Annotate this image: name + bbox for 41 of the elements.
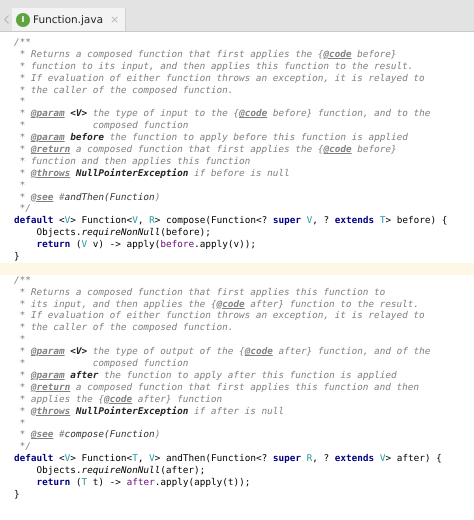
interface-icon: I [16,12,30,26]
scroll-left-icon[interactable] [4,15,8,24]
code-line: * its input, and then applies the {@code after} function to the result. [18,298,420,310]
code-line: * Returns a composed function that first applies the {@code before} [18,48,398,61]
code-line: */ [18,441,32,454]
code-line: * function to its input, and then applies this function to the result. [18,60,414,73]
code-line: * If evaluation of either function throws an exception, it is relayed to [18,72,426,85]
code-line: * @throws NullPointerException if before is null [18,168,291,180]
code-line: * composed function [18,120,190,132]
code-line: * @see #compose(Function) [18,429,162,442]
code-line: * composed function [18,358,190,370]
code-line: * @return a composed function that first applies this function and then [18,382,420,394]
code-line: /** [13,37,32,49]
code-line: * applies the {@code after} function [18,394,224,406]
code-line: /** [13,274,32,287]
code-line: * Returns a composed function that first applies this function to [18,286,386,299]
code-line: * the caller of the composed function. [18,322,234,334]
code-line: * @param before the function to apply before this function is applied [18,132,409,144]
code-line: * @throws NullPointerException if after is null [18,406,286,418]
code-line: return (T t) -> after.apply(apply(t)); [36,476,252,489]
file-tab[interactable]: I Function.java × [12,8,126,31]
code-line: * @param <V> the type of input to the {@code before} function, and to the [18,108,432,120]
code-line: * @param after the function to apply after this function is applied [18,370,398,382]
code-line: * [18,334,26,346]
code-line: } [13,251,21,263]
code-line: * @see #andThen(Function) [18,192,162,204]
code-line: * the caller of the composed function. [18,84,234,96]
code-line: * If evaluation of either function throws an exception, it is relayed to [18,310,426,322]
code-line: * function and then applies this function [18,156,252,168]
code-line: * [18,96,26,108]
code-line: return (V v) -> apply(before.apply(v)); [36,239,257,252]
code-line: * @return a composed function that first applies the {@code before} [18,144,398,156]
code-line: * [18,418,26,430]
code-line: * [18,180,26,192]
code-line: default <V> Function<T, V> andThen(Function<? super R, ? extends V> after) { [13,453,443,466]
code-line: Objects.requireNonNull(before); [36,227,212,240]
code-line: } [13,488,21,501]
code-line: */ [18,203,32,216]
code-line: default <V> Function<V, R> compose(Function<? super V, ? extends T> before) { [13,215,448,228]
code-line: Objects.requireNonNull(after); [36,465,206,477]
code-line: * @param <V> the type of output of the {@code after} function, and of the [18,346,432,358]
